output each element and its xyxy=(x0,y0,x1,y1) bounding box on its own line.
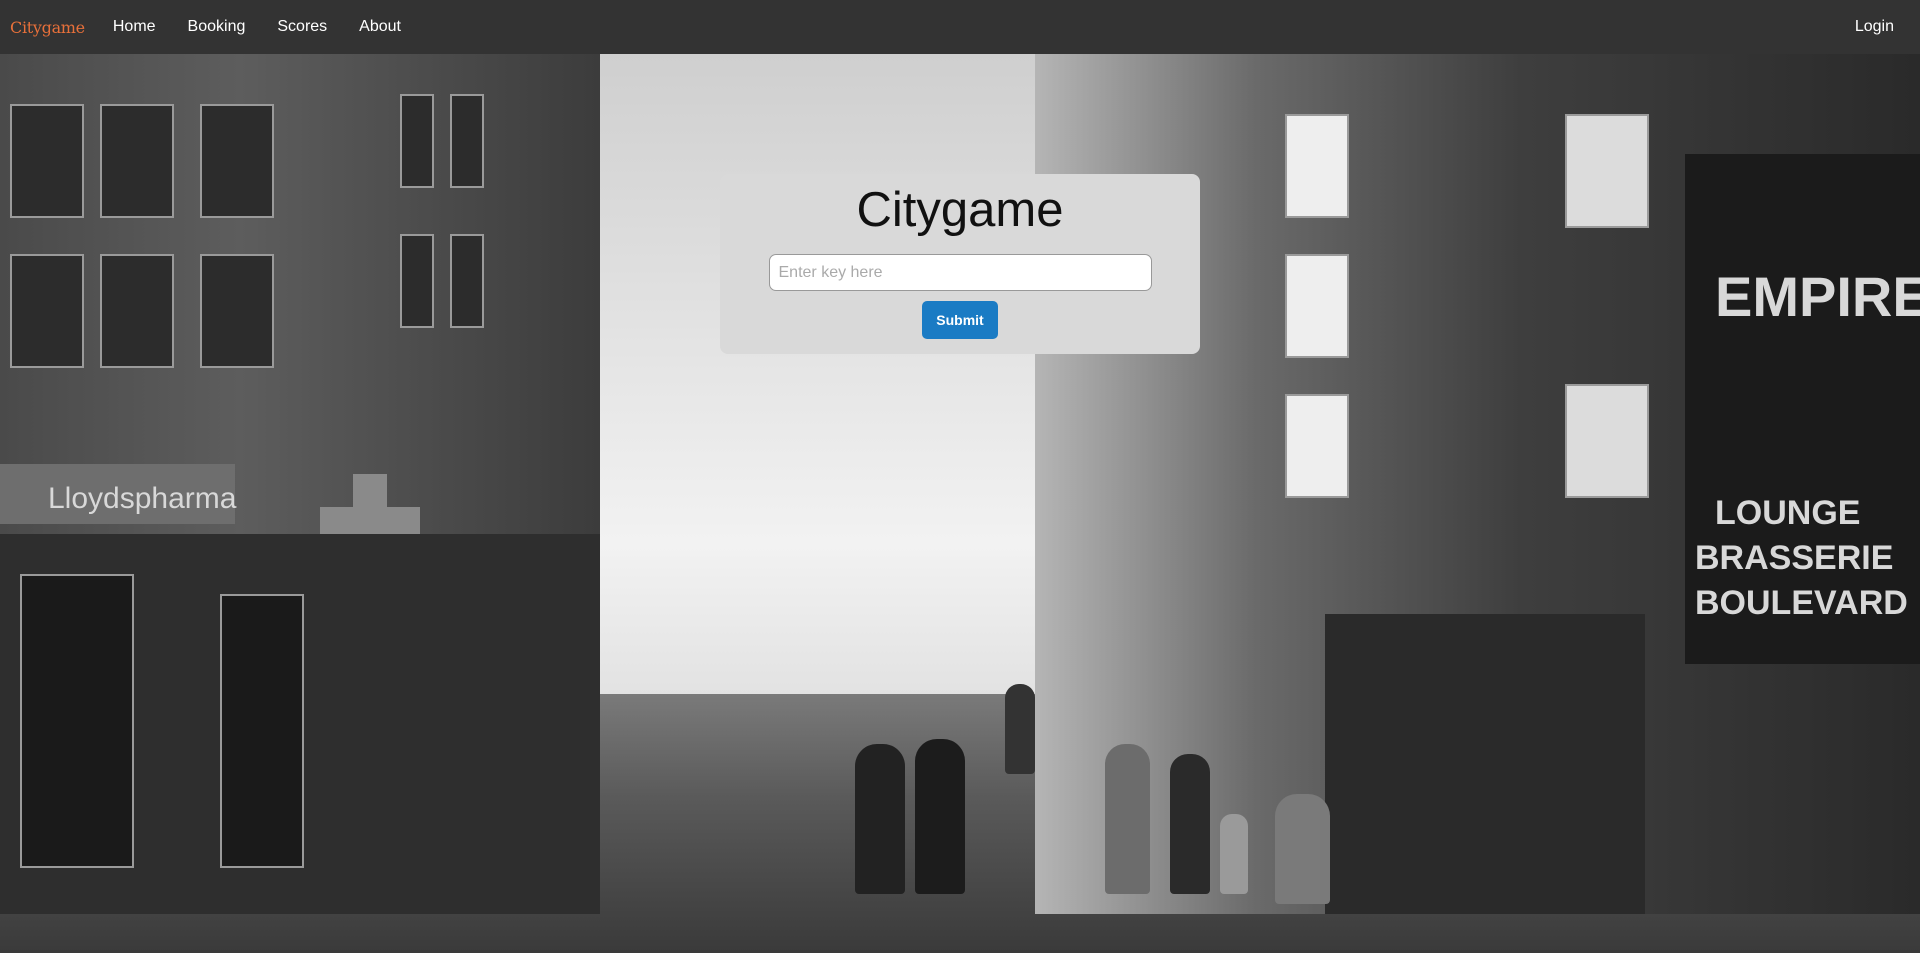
window xyxy=(1285,394,1349,498)
window xyxy=(10,254,84,368)
shop-window xyxy=(220,594,304,868)
sign-empire: EMPIRE xyxy=(1715,265,1920,328)
window xyxy=(200,104,274,218)
window xyxy=(400,234,434,328)
window xyxy=(1565,384,1649,498)
sign-lounge: LOUNGE xyxy=(1715,494,1861,532)
pedestrian-silhouette xyxy=(855,744,905,894)
window xyxy=(100,104,174,218)
nav-about-link[interactable]: About xyxy=(343,0,417,54)
nav-home-link[interactable]: Home xyxy=(97,0,172,54)
pedestrian-silhouette xyxy=(1170,754,1210,894)
window xyxy=(1565,114,1649,228)
card-title: Citygame xyxy=(856,183,1064,237)
key-input[interactable] xyxy=(768,254,1152,291)
top-navbar: Citygame Home Booking Scores About Login xyxy=(0,0,1920,54)
right-storefront xyxy=(1325,614,1645,914)
sign-brasserie: BRASSERIE xyxy=(1695,539,1894,577)
window xyxy=(450,234,484,328)
pharmacy-sign-text: Lloydspharma xyxy=(48,482,237,515)
window xyxy=(1285,114,1349,218)
sign-boulevard: BOULEVARD xyxy=(1695,584,1908,622)
login-card: Citygame Submit xyxy=(720,174,1200,354)
hotel-sign-panel: EMPIRE LOUNGE BRASSERIE BOULEVARD xyxy=(1685,154,1920,664)
brand-logo-link[interactable]: Citygame xyxy=(10,18,85,37)
pedestrian-silhouette xyxy=(1220,814,1248,894)
submit-button[interactable]: Submit xyxy=(922,301,998,339)
pedestrian-silhouette xyxy=(1005,684,1035,774)
window xyxy=(400,94,434,188)
pedestrian-silhouette xyxy=(915,739,965,894)
window xyxy=(450,94,484,188)
pedestrian-silhouette xyxy=(1105,744,1150,894)
pedestrian-silhouette xyxy=(1275,794,1330,904)
window xyxy=(1285,254,1349,358)
left-building: Lloydspharma xyxy=(0,54,600,914)
nav-scores-link[interactable]: Scores xyxy=(261,0,343,54)
login-link[interactable]: Login xyxy=(1855,18,1894,36)
shop-door xyxy=(20,574,134,868)
nav-booking-link[interactable]: Booking xyxy=(172,0,262,54)
window xyxy=(100,254,174,368)
window xyxy=(10,104,84,218)
pharmacy-sign-panel: Lloydspharma xyxy=(0,464,237,524)
window xyxy=(200,254,274,368)
